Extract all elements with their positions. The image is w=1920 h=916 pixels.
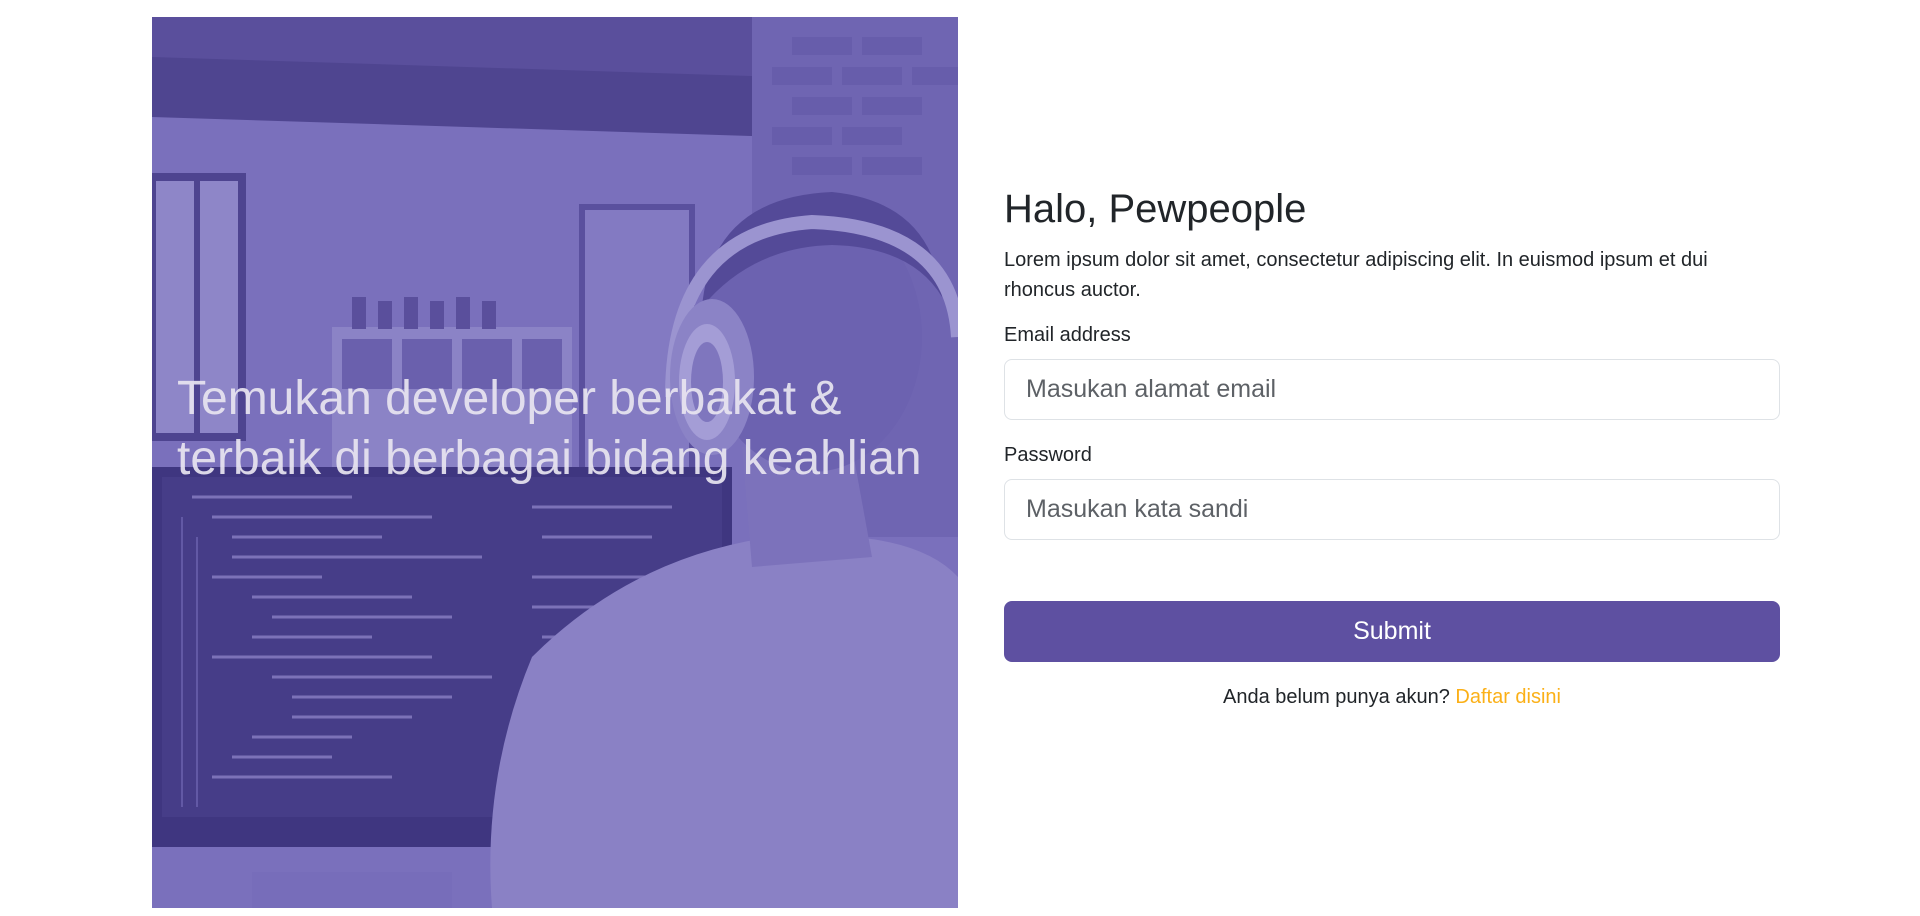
hero-title: Temukan developer berbakat & terbaik di … [177, 372, 922, 485]
submit-button[interactable]: Submit [1004, 601, 1780, 662]
login-page: Temukan developer berbakat & terbaik di … [0, 0, 1920, 916]
password-label: Password [1004, 444, 1092, 466]
email-field[interactable] [1004, 359, 1780, 420]
login-form: Halo, Pewpeople Lorem ipsum dolor sit am… [1004, 185, 1780, 710]
password-field[interactable] [1004, 479, 1780, 540]
intro-text: Lorem ipsum dolor sit amet, consectetur … [1004, 249, 1708, 301]
hero-panel: Temukan developer berbakat & terbaik di … [152, 17, 958, 908]
email-label: Email address [1004, 324, 1131, 346]
signup-prompt: Anda belum punya akun? [1222, 686, 1456, 708]
signup-link[interactable]: Daftar disini [1455, 686, 1561, 708]
signup-row: Anda belum punya akun? Daftar disini [1004, 684, 1780, 710]
page-title: Halo, Pewpeople [1004, 187, 1307, 231]
